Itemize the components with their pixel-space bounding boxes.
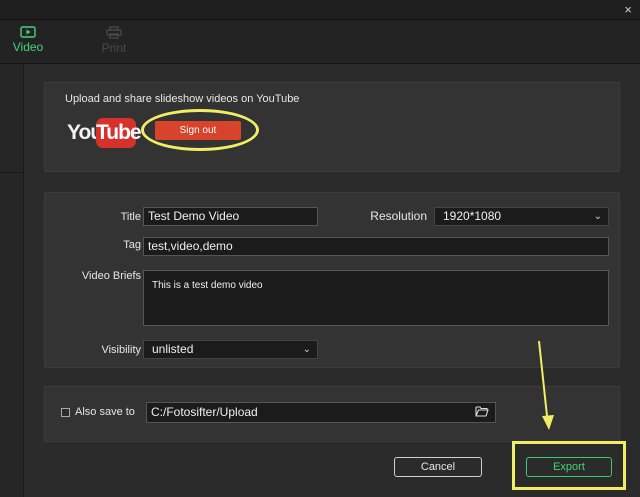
cancel-button[interactable]: Cancel	[394, 457, 482, 477]
folder-open-icon[interactable]	[475, 405, 489, 417]
tab-print-label: Print	[101, 41, 127, 55]
main-content: Upload and share slideshow videos on You…	[24, 64, 640, 497]
title-label: Title	[120, 211, 141, 223]
window-titlebar: ×	[0, 0, 640, 20]
tag-input[interactable]: test,video,demo	[143, 237, 609, 256]
youtube-panel: Upload and share slideshow videos on You…	[44, 82, 620, 172]
save-location-panel: Also save to C:/Fotosifter/Upload	[44, 386, 620, 442]
video-briefs-textarea[interactable]: This is a test demo video	[143, 270, 609, 326]
youtube-logo-tube: Tube	[96, 118, 142, 148]
youtube-heading: Upload and share slideshow videos on You…	[65, 93, 300, 105]
also-save-label: Also save to	[75, 406, 135, 418]
video-icon	[20, 26, 36, 38]
resolution-dropdown[interactable]: 1920*1080 ⌄	[434, 207, 609, 226]
resolution-label: Resolution	[370, 209, 427, 223]
export-button[interactable]: Export	[526, 457, 612, 477]
toolbar: Video Print	[0, 20, 640, 64]
title-input[interactable]: Test Demo Video	[143, 207, 318, 226]
resolution-value: 1920*1080	[443, 209, 502, 223]
chevron-down-icon: ⌄	[593, 211, 602, 222]
tag-label: Tag	[123, 239, 141, 251]
sign-out-button[interactable]: Sign out	[155, 121, 241, 140]
save-path-input[interactable]: C:/Fotosifter/Upload	[146, 402, 496, 423]
tab-video-label: Video	[12, 40, 44, 54]
sidebar-divider	[0, 172, 24, 173]
chevron-down-icon: ⌄	[302, 344, 311, 355]
left-sidebar-strip	[0, 64, 24, 497]
tab-video[interactable]: Video	[6, 26, 50, 54]
video-briefs-label: Video Briefs	[81, 270, 141, 282]
close-icon[interactable]: ×	[624, 2, 632, 18]
also-save-checkbox[interactable]	[61, 408, 70, 417]
printer-icon	[106, 26, 122, 39]
save-path-value: C:/Fotosifter/Upload	[151, 405, 258, 419]
visibility-label: Visibility	[101, 344, 141, 356]
visibility-value: unlisted	[152, 342, 194, 356]
visibility-dropdown[interactable]: unlisted ⌄	[143, 340, 318, 359]
tab-print[interactable]: Print	[92, 26, 136, 55]
upload-details-panel: Title Test Demo Video Resolution 1920*10…	[44, 192, 620, 368]
